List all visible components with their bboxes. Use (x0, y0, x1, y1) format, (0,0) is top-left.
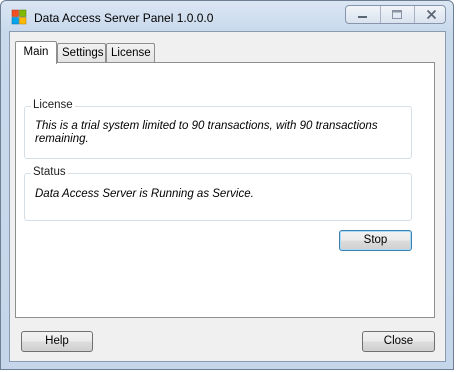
close-window-button[interactable] (414, 6, 448, 23)
status-text: Data Access Server is Running as Service… (35, 188, 254, 200)
close-icon (426, 9, 437, 20)
tab-main-label: Main (23, 46, 49, 58)
tab-settings-label: Settings (62, 47, 104, 59)
license-group: License This is a trial system limited t… (24, 99, 412, 159)
help-button[interactable]: Help (21, 331, 93, 352)
license-text: This is a trial system limited to 90 tra… (35, 120, 378, 145)
window-title: Data Access Server Panel 1.0.0.0 (34, 11, 214, 25)
maximize-icon (392, 10, 402, 19)
caption-buttons (345, 5, 446, 24)
client-area: Main Settings License License This is a … (9, 31, 446, 362)
tab-license[interactable]: License (106, 43, 155, 63)
tab-page-main: License This is a trial system limited t… (15, 62, 435, 318)
tab-settings[interactable]: Settings (57, 43, 106, 63)
title-bar[interactable]: Data Access Server Panel 1.0.0.0 (1, 1, 455, 33)
minimize-button[interactable] (346, 6, 380, 23)
license-group-label: License (31, 99, 75, 111)
minimize-icon (358, 16, 367, 18)
status-group-label: Status (31, 166, 68, 178)
stop-button[interactable]: Stop (339, 230, 412, 251)
app-window: Data Access Server Panel 1.0.0.0 Main Se… (0, 0, 454, 370)
app-window-icon (11, 9, 27, 25)
close-button[interactable]: Close (362, 331, 435, 352)
tab-main[interactable]: Main (15, 41, 57, 64)
maximize-button[interactable] (380, 6, 414, 23)
status-group: Status Data Access Server is Running as … (24, 166, 412, 221)
tab-license-label: License (111, 47, 151, 59)
